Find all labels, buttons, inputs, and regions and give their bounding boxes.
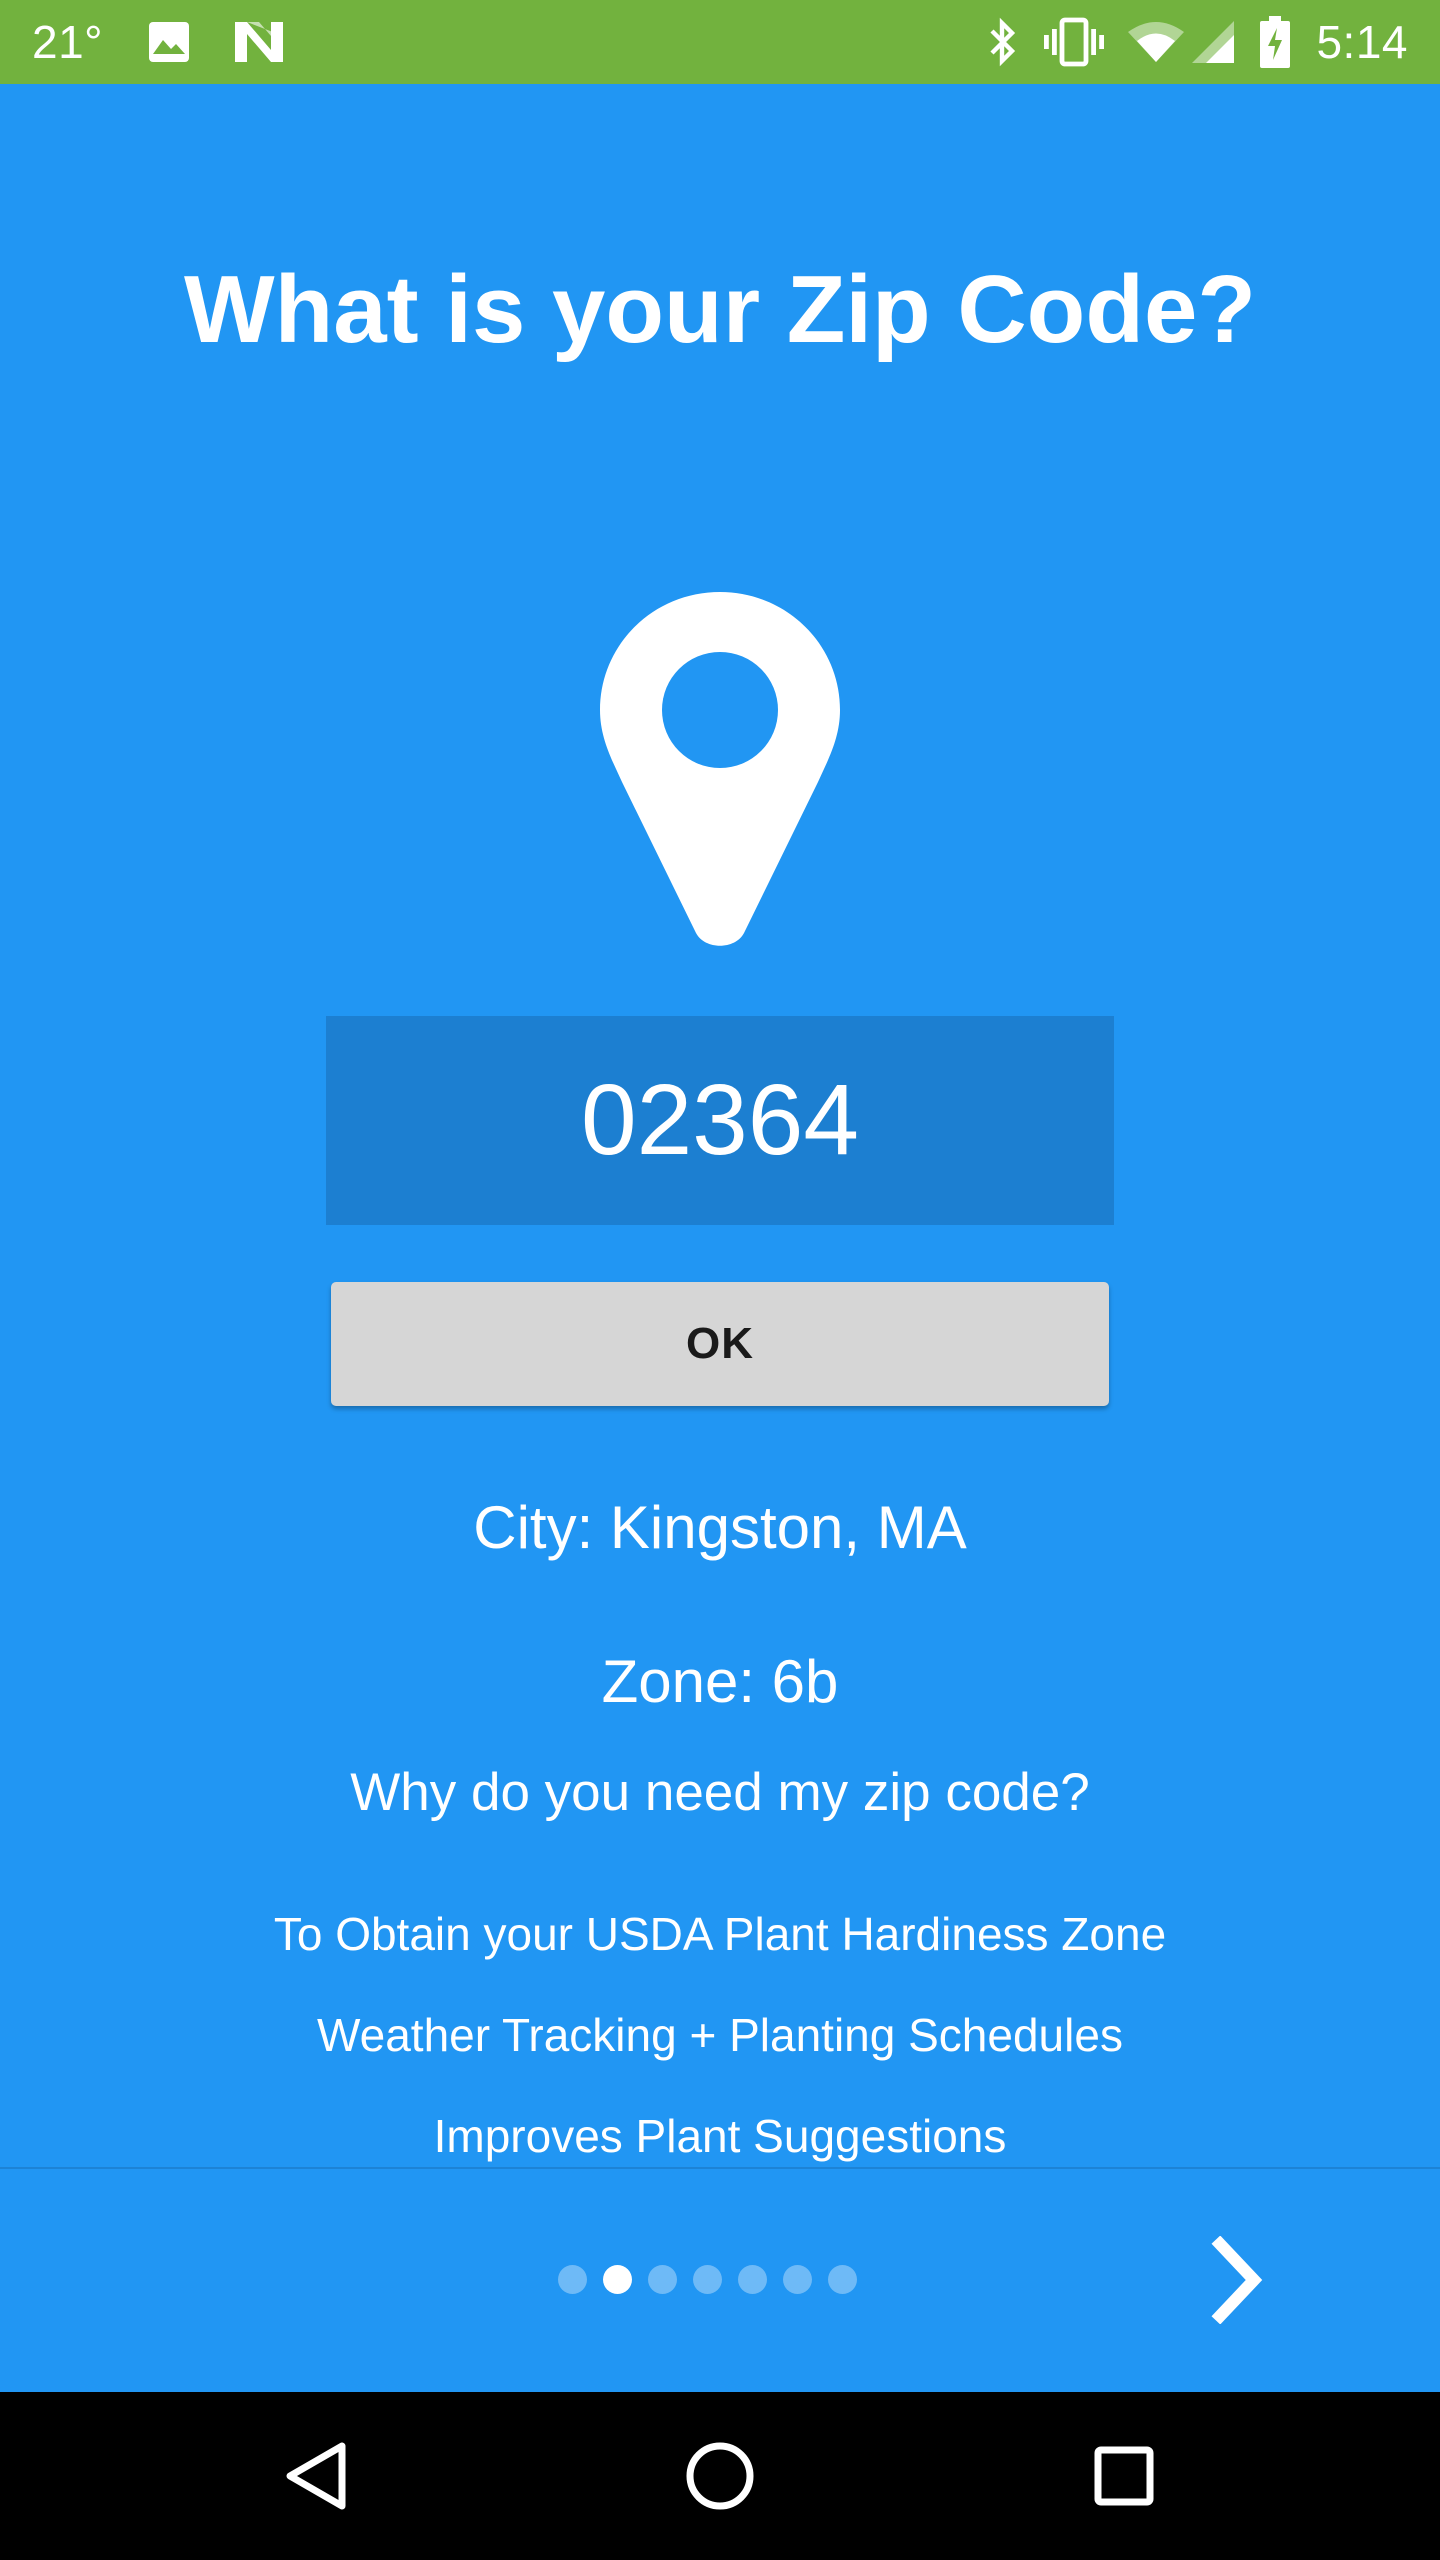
status-left: 21°	[32, 0, 285, 84]
page-dot	[738, 2264, 767, 2294]
recents-icon	[1094, 2446, 1154, 2506]
reason-item: To Obtain your USDA Plant Hardiness Zone	[273, 1908, 1167, 1960]
page-dot	[648, 2264, 677, 2294]
cell-signal-icon	[1190, 0, 1236, 84]
status-right: 5:14	[988, 0, 1408, 84]
wifi-icon	[1128, 0, 1185, 84]
why-zip-question: Why do you need my zip code?	[350, 1763, 1090, 1822]
divider	[0, 2167, 1440, 2169]
status-bar: 21° 5:14	[0, 0, 1440, 84]
reason-item: Weather Tracking + Planting Schedules	[317, 2009, 1123, 2061]
zip-code-input[interactable]	[326, 1016, 1114, 1225]
back-icon	[286, 2442, 346, 2510]
bluetooth-icon	[988, 0, 1018, 84]
home-icon	[686, 2442, 754, 2510]
map-pin-icon	[600, 592, 840, 948]
navigation-bar	[0, 2392, 1440, 2560]
image-icon	[145, 0, 193, 84]
page-dot-active	[603, 2264, 632, 2294]
home-button[interactable]	[640, 2392, 800, 2560]
reason-item: Improves Plant Suggestions	[433, 2110, 1007, 2162]
page-indicator	[558, 2263, 857, 2295]
next-button[interactable]	[1188, 2226, 1288, 2334]
page-dot	[828, 2264, 857, 2294]
ok-button[interactable]: OK	[331, 1282, 1109, 1406]
city-text: City: Kingston, MA	[473, 1494, 967, 1561]
zone-text: Zone: 6b	[601, 1648, 839, 1715]
n-app-icon	[233, 0, 285, 84]
vibrate-icon	[1042, 0, 1106, 84]
page-title: What is your Zip Code?	[184, 256, 1256, 363]
battery-charging-icon	[1260, 0, 1291, 84]
clock: 5:14	[1316, 16, 1408, 68]
chevron-right-icon	[1211, 2236, 1263, 2324]
recents-button[interactable]	[1044, 2392, 1204, 2560]
back-button[interactable]	[236, 2392, 396, 2560]
page-dot	[558, 2264, 587, 2294]
page-dot	[693, 2264, 722, 2294]
page-dot	[783, 2264, 812, 2294]
temperature: 21°	[32, 16, 104, 68]
